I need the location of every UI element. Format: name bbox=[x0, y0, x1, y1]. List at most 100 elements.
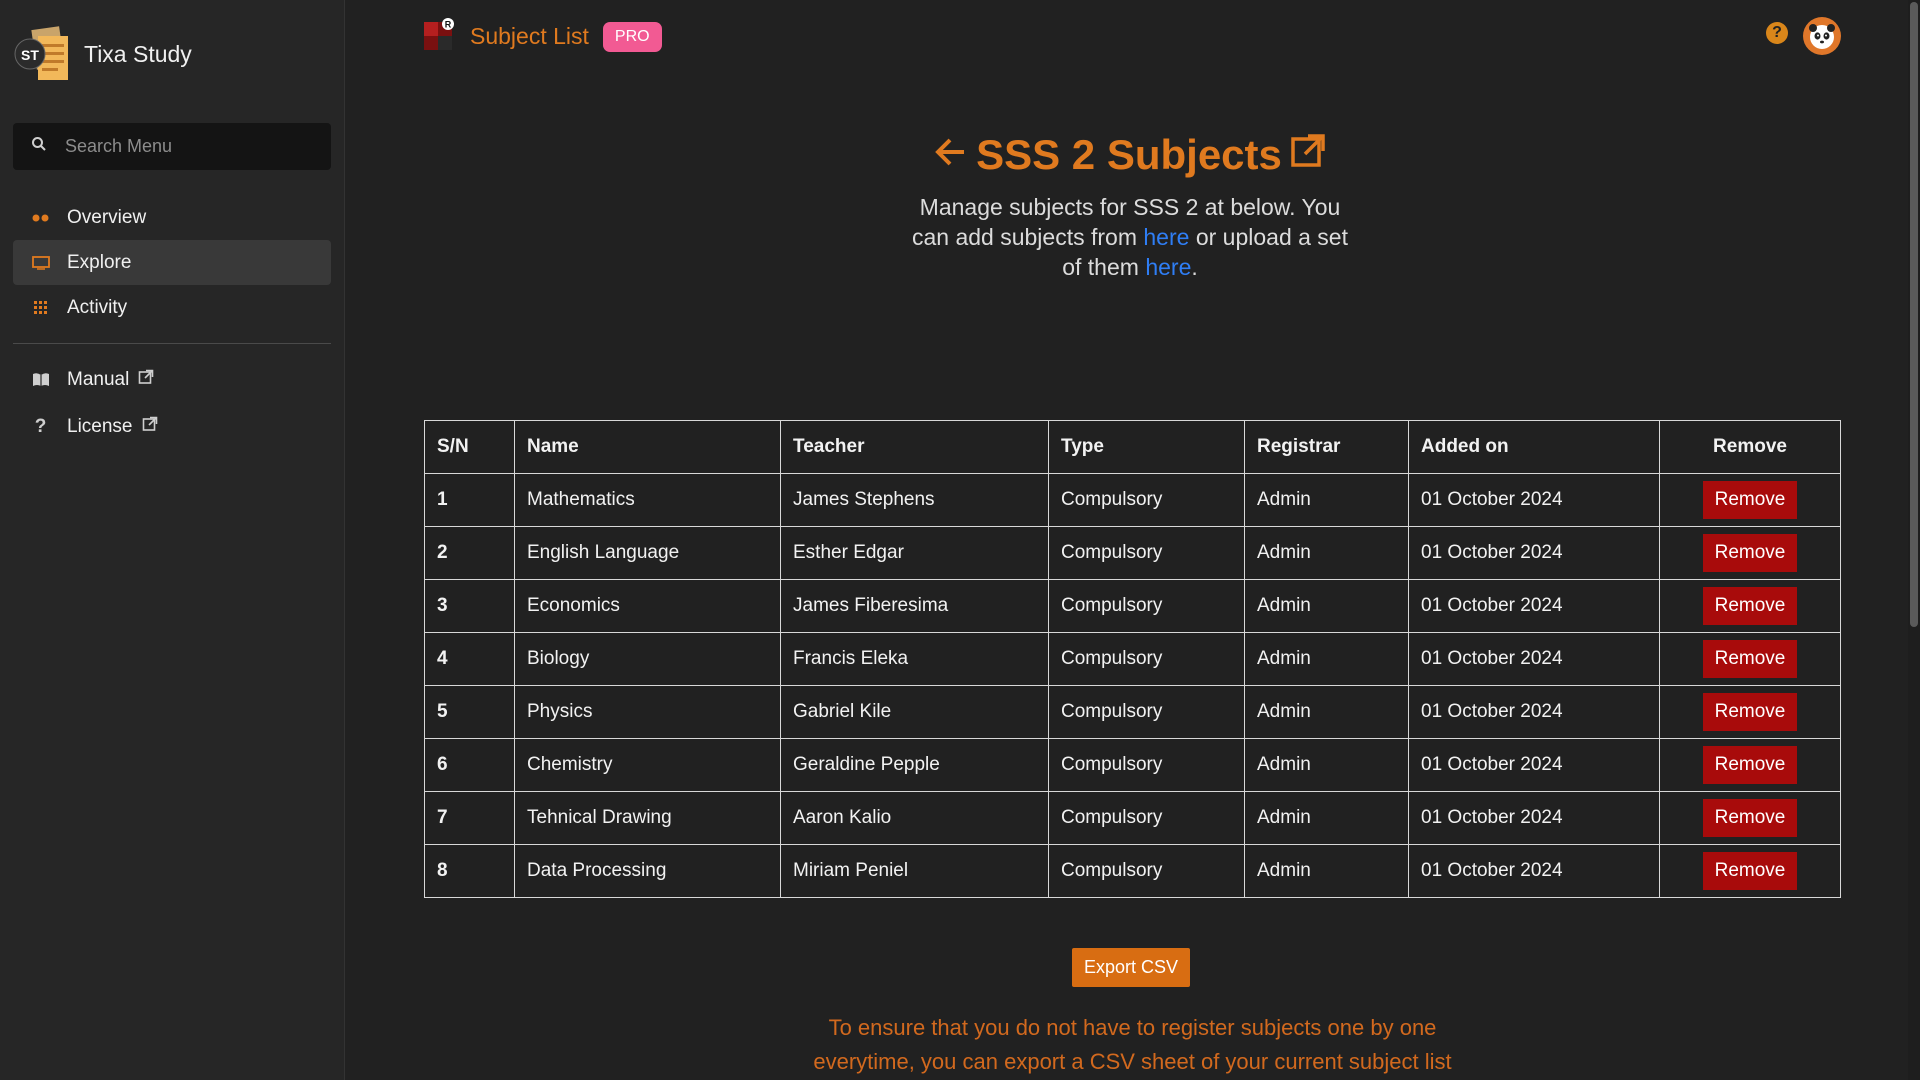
cell-sn: 5 bbox=[424, 685, 515, 739]
svg-text:ST: ST bbox=[21, 47, 39, 63]
remove-button[interactable]: Remove bbox=[1702, 799, 1798, 837]
table-row: 1 Mathematics James Stephens Compulsory Admi… bbox=[424, 473, 1841, 527]
page-description: Manage subjects for SSS 2 at below. You … bbox=[880, 192, 1380, 282]
cell-registrar: Admin bbox=[1244, 632, 1409, 686]
subject-list-icon: R bbox=[424, 18, 456, 55]
cell-registrar: Admin bbox=[1244, 473, 1409, 527]
cell-teacher: Geraldine Pepple bbox=[780, 738, 1049, 792]
remove-button[interactable]: Remove bbox=[1702, 746, 1798, 784]
sidebar-item-label: Activity bbox=[67, 296, 128, 318]
search-icon bbox=[31, 136, 47, 157]
help-icon[interactable]: ? bbox=[1766, 22, 1788, 44]
page-title-text: SSS 2 Subjects bbox=[976, 131, 1282, 178]
scrollbar[interactable] bbox=[1908, 0, 1920, 1080]
cell-remove: Remove bbox=[1659, 632, 1841, 686]
external-link-icon bbox=[138, 369, 154, 391]
cell-remove: Remove bbox=[1659, 738, 1841, 792]
brand[interactable]: ST Tixa Study bbox=[14, 22, 192, 86]
scrollbar-thumb[interactable] bbox=[1910, 2, 1918, 627]
cell-remove: Remove bbox=[1659, 844, 1841, 898]
table-row: 4 Biology Francis Eleka Compulsory Admin 01 O… bbox=[424, 632, 1841, 686]
cell-name: Economics bbox=[514, 579, 781, 633]
cell-type: Compulsory bbox=[1048, 632, 1245, 686]
grid-icon bbox=[31, 298, 50, 317]
cell-registrar: Admin bbox=[1244, 738, 1409, 792]
table-row: 6 Chemistry Geraldine Pepple Compulsory Admi… bbox=[424, 738, 1841, 792]
cell-name: Chemistry bbox=[514, 738, 781, 792]
sidebar-item-activity[interactable]: Activity bbox=[13, 285, 331, 330]
cell-sn: 1 bbox=[424, 473, 515, 527]
cell-type: Compulsory bbox=[1048, 473, 1245, 527]
back-arrow-icon[interactable] bbox=[934, 131, 968, 179]
cell-name: Mathematics bbox=[514, 473, 781, 527]
sidebar-item-label: License bbox=[67, 415, 133, 437]
remove-button[interactable]: Remove bbox=[1702, 481, 1798, 519]
sidebar-item-license[interactable]: ? License bbox=[13, 403, 331, 450]
cell-added: 01 October 2024 bbox=[1408, 685, 1660, 739]
sidebar-item-overview[interactable]: Overview bbox=[13, 195, 331, 240]
cell-teacher: Aaron Kalio bbox=[780, 791, 1049, 845]
add-subjects-link[interactable]: here bbox=[1143, 224, 1189, 250]
cell-remove: Remove bbox=[1659, 791, 1841, 845]
app-logo-icon: ST bbox=[14, 22, 74, 86]
cell-name: English Language bbox=[514, 526, 781, 580]
cell-sn: 2 bbox=[424, 526, 515, 580]
cell-sn: 8 bbox=[424, 844, 515, 898]
sidebar-item-explore[interactable]: Explore bbox=[13, 240, 331, 285]
avatar[interactable] bbox=[1803, 17, 1841, 55]
cell-name: Tehnical Drawing bbox=[514, 791, 781, 845]
cell-name: Physics bbox=[514, 685, 781, 739]
search-menu[interactable] bbox=[13, 123, 331, 170]
remove-button[interactable]: Remove bbox=[1702, 534, 1798, 572]
page-header: SSS 2 Subjects Manage subjects for SSS 2… bbox=[880, 128, 1380, 282]
book-icon bbox=[31, 370, 50, 389]
column-header-added-on: Added on bbox=[1408, 420, 1660, 474]
cell-sn: 7 bbox=[424, 791, 515, 845]
remove-button[interactable]: Remove bbox=[1702, 852, 1798, 890]
sidebar-item-label: Explore bbox=[67, 251, 132, 273]
table-row: 7 Tehnical Drawing Aaron Kalio Compulsory Ad… bbox=[424, 791, 1841, 845]
question-icon: ? bbox=[34, 415, 47, 437]
app-name: Tixa Study bbox=[84, 40, 192, 67]
cell-sn: 4 bbox=[424, 632, 515, 686]
column-header-registrar: Registrar bbox=[1244, 420, 1409, 474]
cell-teacher: James Fiberesima bbox=[780, 579, 1049, 633]
cell-teacher: Miriam Peniel bbox=[780, 844, 1049, 898]
cell-type: Compulsory bbox=[1048, 579, 1245, 633]
remove-button[interactable]: Remove bbox=[1702, 640, 1798, 678]
column-header-type: Type bbox=[1048, 420, 1245, 474]
search-input[interactable] bbox=[63, 135, 303, 158]
cell-type: Compulsory bbox=[1048, 685, 1245, 739]
remove-button[interactable]: Remove bbox=[1702, 693, 1798, 731]
cell-type: Compulsory bbox=[1048, 844, 1245, 898]
cell-registrar: Admin bbox=[1244, 685, 1409, 739]
column-header-name: Name bbox=[514, 420, 781, 474]
monitor-icon bbox=[31, 253, 50, 272]
column-header-sn: S/N bbox=[424, 420, 515, 474]
table-row: 3 Economics James Fiberesima Compulsory Admi… bbox=[424, 579, 1841, 633]
table-header-row: S/N Name Teacher Type Registrar Added on… bbox=[424, 420, 1841, 474]
cell-name: Data Processing bbox=[514, 844, 781, 898]
upload-subjects-link[interactable]: here bbox=[1145, 254, 1191, 280]
sidebar-item-label: Manual bbox=[67, 368, 130, 390]
cell-type: Compulsory bbox=[1048, 526, 1245, 580]
sidebar-item-manual[interactable]: Manual bbox=[13, 356, 331, 403]
export-note: To ensure that you do not have to regist… bbox=[813, 1015, 1452, 1074]
column-header-teacher: Teacher bbox=[780, 420, 1049, 474]
cell-added: 01 October 2024 bbox=[1408, 579, 1660, 633]
subjects-table: S/N Name Teacher Type Registrar Added on… bbox=[424, 420, 1841, 898]
cell-added: 01 October 2024 bbox=[1408, 632, 1660, 686]
cell-added: 01 October 2024 bbox=[1408, 473, 1660, 527]
external-link-icon[interactable] bbox=[1290, 131, 1326, 179]
table-row: 5 Physics Gabriel Kile Compulsory Admin 01 Oc… bbox=[424, 685, 1841, 739]
export-csv-button[interactable]: Export CSV bbox=[1072, 948, 1191, 987]
table-row: 8 Data Processing Miriam Peniel Compulsory A… bbox=[424, 844, 1841, 898]
cell-added: 01 October 2024 bbox=[1408, 526, 1660, 580]
column-header-remove: Remove bbox=[1659, 420, 1841, 474]
cell-type: Compulsory bbox=[1048, 738, 1245, 792]
cell-registrar: Admin bbox=[1244, 526, 1409, 580]
remove-button[interactable]: Remove bbox=[1702, 587, 1798, 625]
cell-remove: Remove bbox=[1659, 579, 1841, 633]
cell-remove: Remove bbox=[1659, 685, 1841, 739]
cell-added: 01 October 2024 bbox=[1408, 791, 1660, 845]
